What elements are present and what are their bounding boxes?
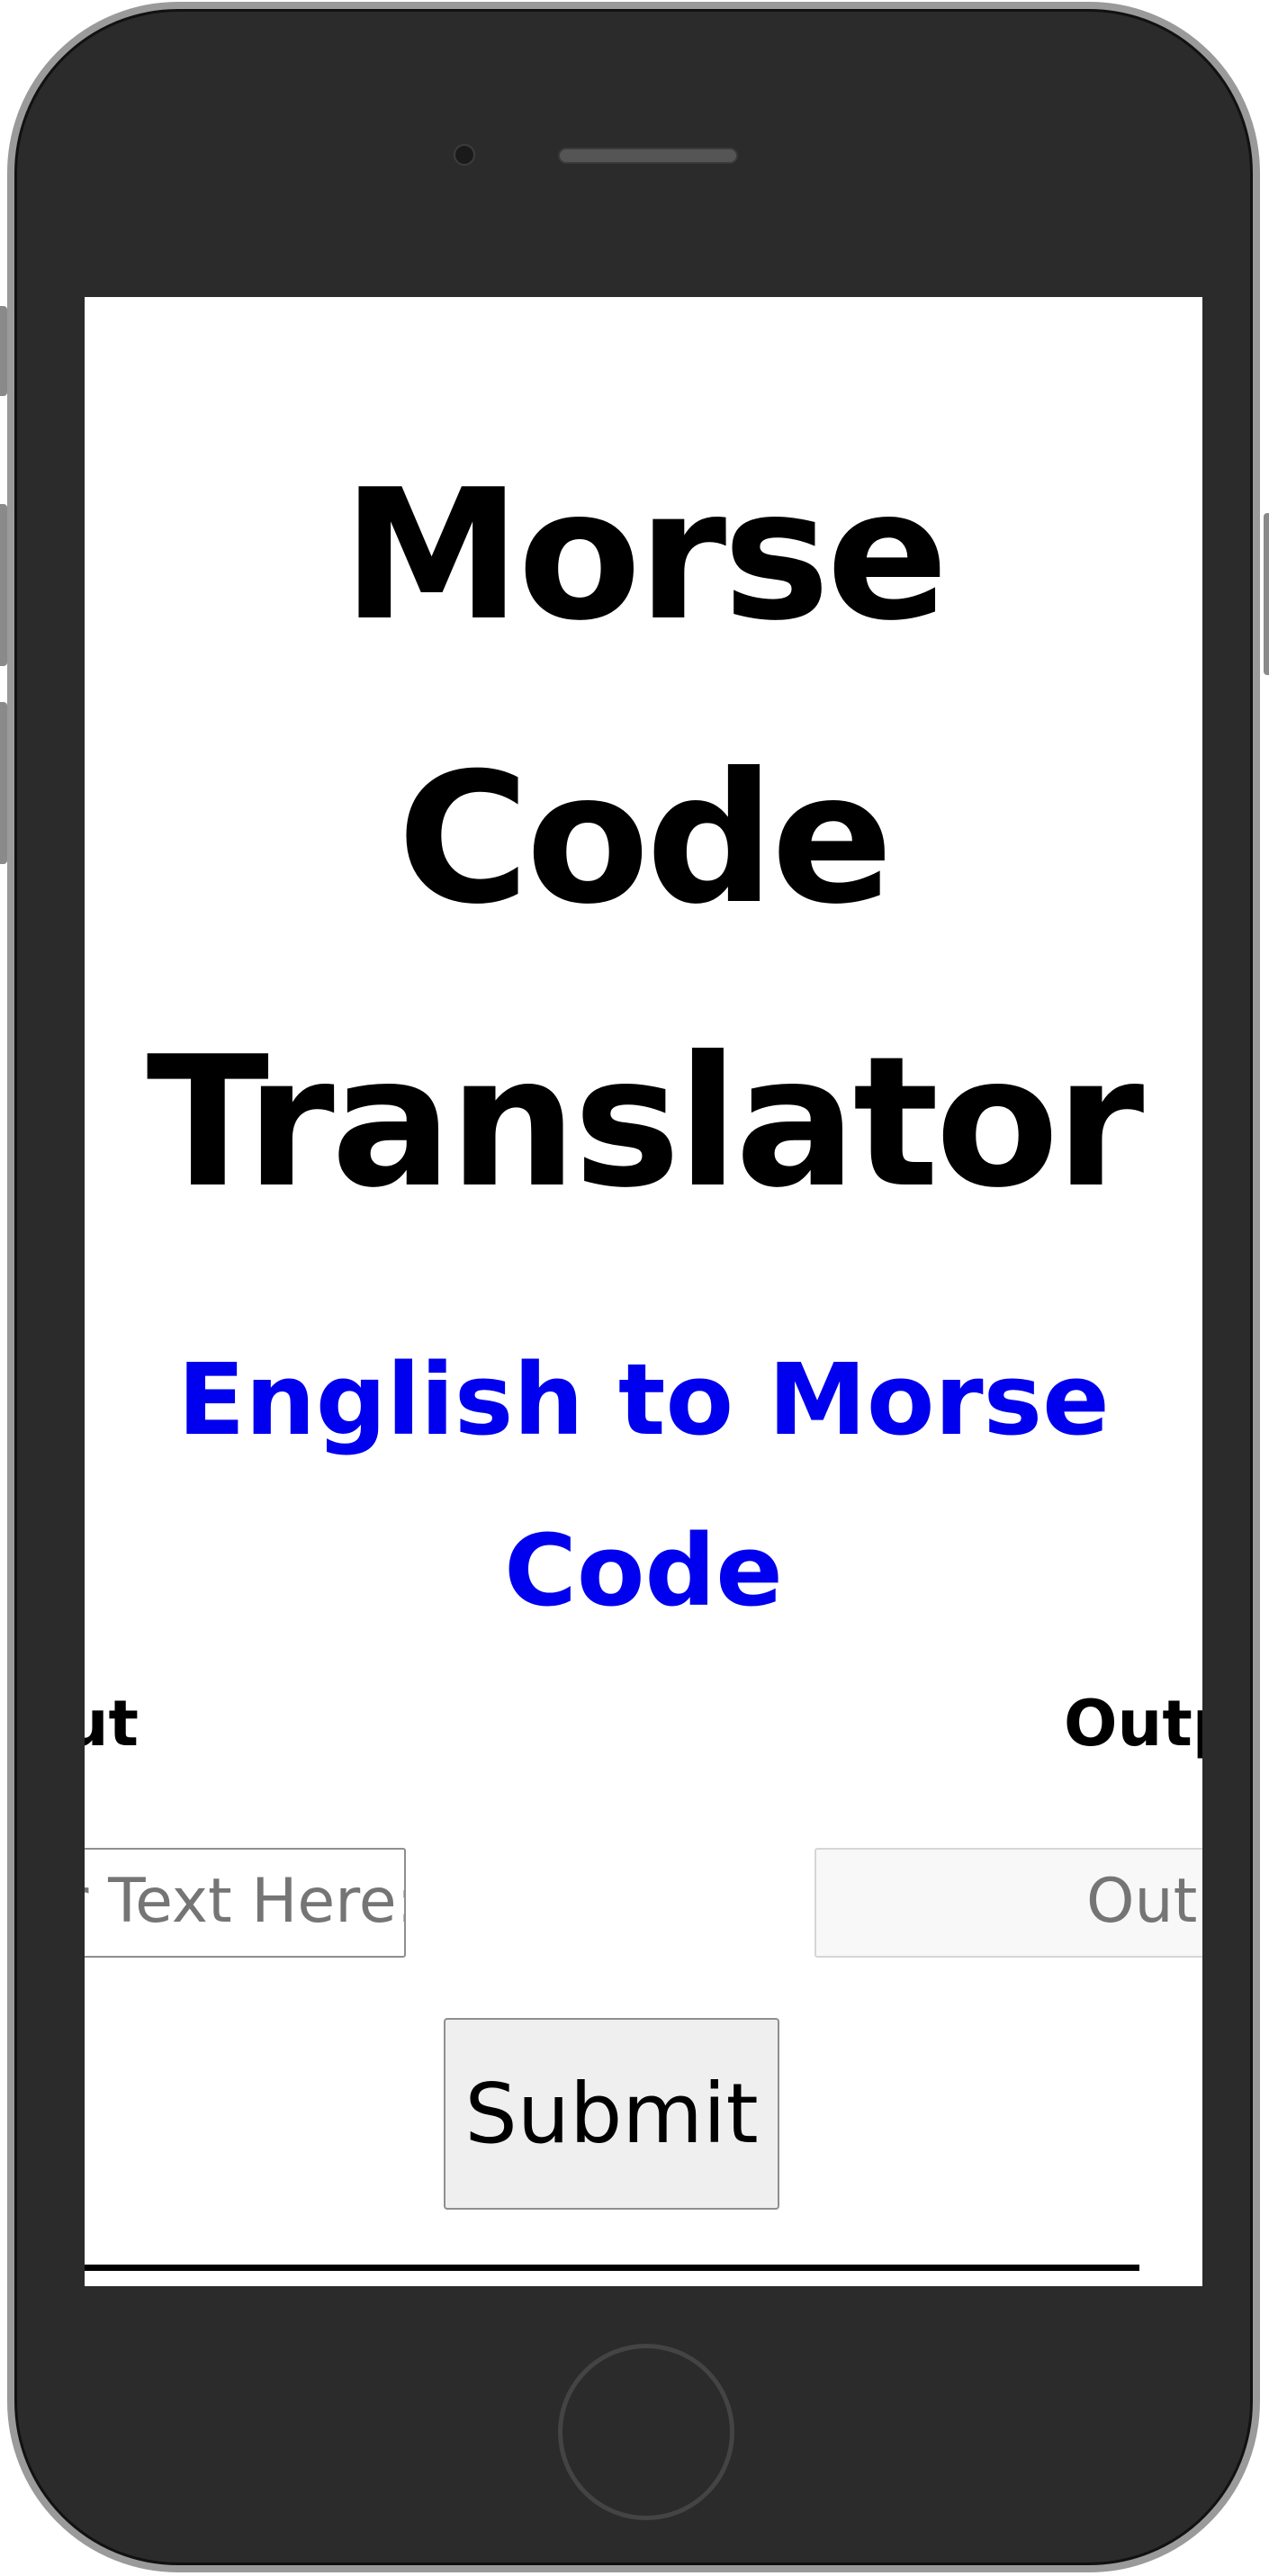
- phone-screen: Morse Code Translator English to Morse C…: [85, 297, 1202, 2286]
- volume-up-button: [0, 504, 7, 666]
- page-subtitle: English to Morse Code: [177, 1342, 1110, 1628]
- output-placeholder: Output: [1086, 1866, 1202, 1937]
- home-button[interactable]: [558, 2344, 734, 2520]
- front-camera-icon: [454, 144, 475, 166]
- title-line: Code: [397, 734, 894, 944]
- mute-switch: [0, 306, 7, 396]
- submit-button[interactable]: Submit: [444, 2018, 779, 2210]
- input-placeholder: Enter Text Here:: [85, 1866, 406, 1937]
- input-text-field[interactable]: Enter Text Here:: [85, 1848, 406, 1958]
- input-label: Input: [85, 1687, 139, 1761]
- phone-frame: Morse Code Translator English to Morse C…: [0, 2, 1269, 2572]
- horizontal-rule: [85, 2265, 1139, 2271]
- volume-down-button: [0, 702, 7, 864]
- earpiece-speaker: [558, 148, 738, 164]
- page-title: Morse Code Translator: [85, 414, 1202, 1265]
- title-line: Morse: [342, 451, 949, 661]
- power-button: [1264, 513, 1269, 675]
- title-line: Translator: [146, 1018, 1145, 1228]
- output-label: Output: [1064, 1687, 1202, 1761]
- output-text-field[interactable]: Output: [814, 1848, 1202, 1958]
